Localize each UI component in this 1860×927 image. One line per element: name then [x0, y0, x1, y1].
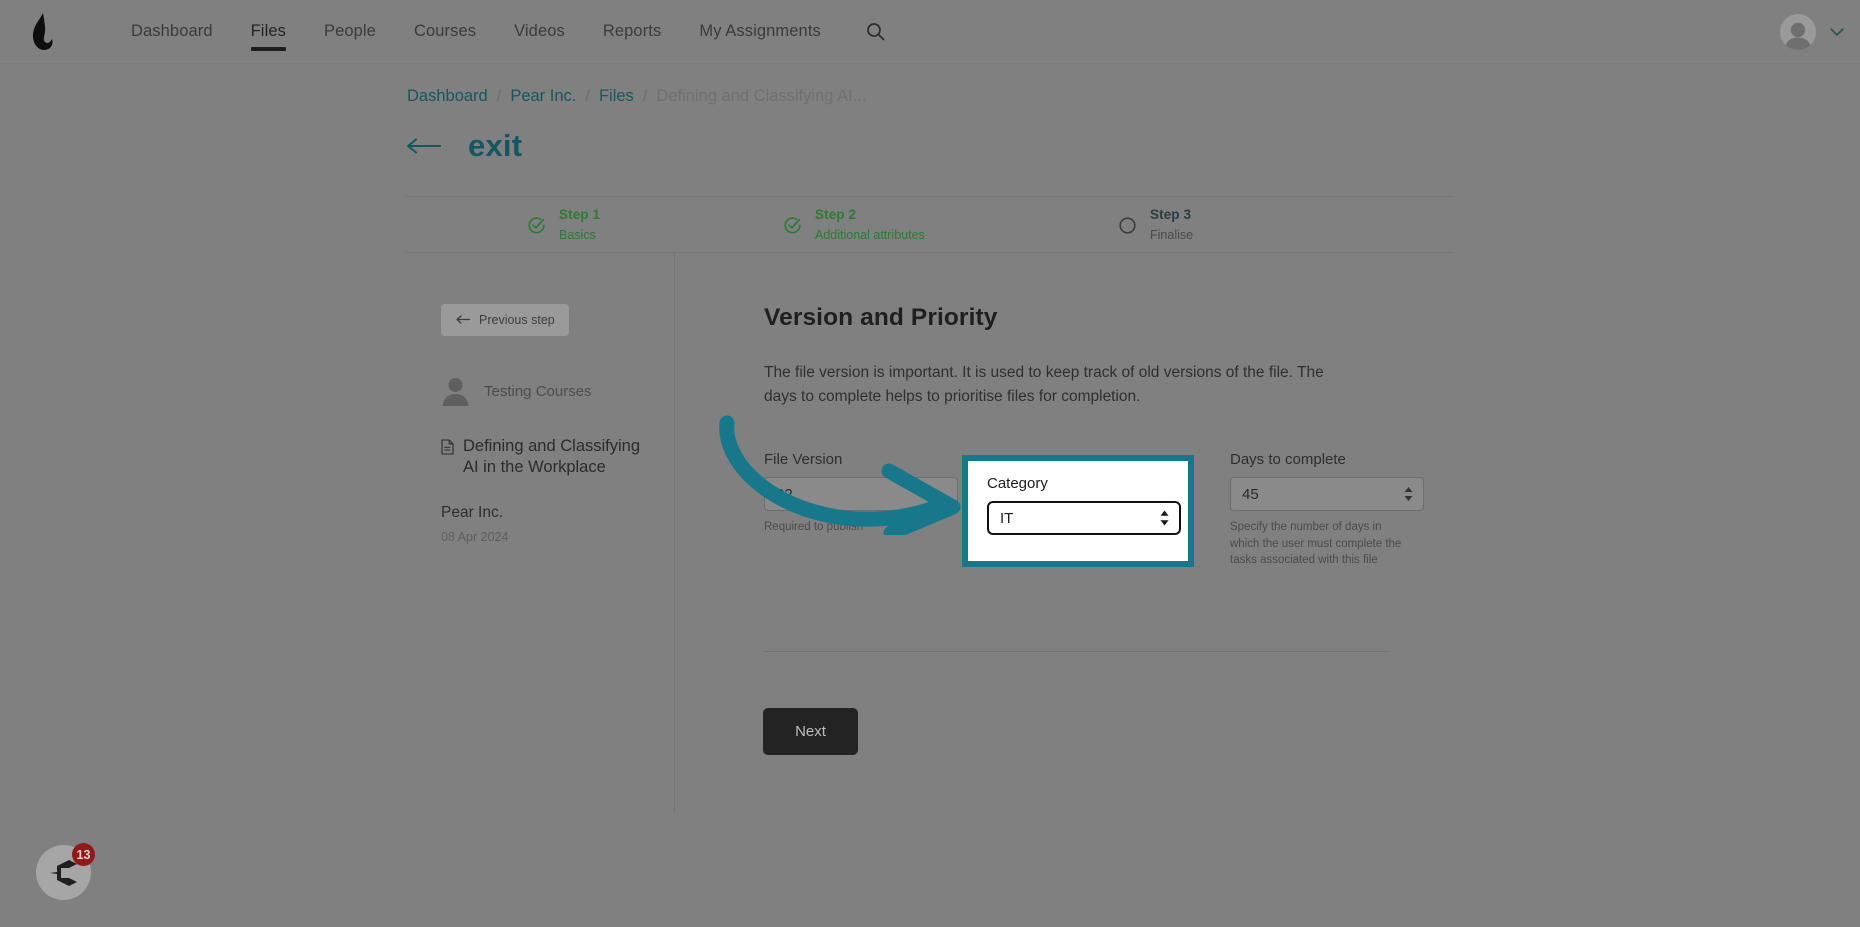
file-owner: Testing Courses	[441, 376, 674, 406]
days-to-complete-input[interactable]	[1230, 477, 1424, 512]
breadcrumb-separator: /	[642, 87, 648, 105]
days-to-complete-help: Specify the number of days in which the …	[1230, 521, 1402, 567]
top-navigation-bar: Dashboard Files People Courses Videos Re…	[0, 0, 1860, 64]
nav-label: Dashboard	[131, 22, 213, 40]
nav-right-group	[1780, 0, 1844, 64]
step-title: Step 3	[1150, 207, 1192, 223]
category-highlight-box: Category IT	[962, 455, 1194, 567]
chat-widget-button[interactable]: 13	[36, 843, 95, 900]
nav-label: My Assignments	[699, 22, 821, 40]
exit-link[interactable]: exit	[405, 128, 522, 164]
exit-label: exit	[468, 128, 523, 163]
nav-label: Videos	[514, 22, 565, 40]
nav-item-files[interactable]: Files	[232, 0, 305, 64]
arrow-left-icon	[405, 138, 442, 154]
step-subtitle: Additional attributes	[815, 228, 925, 242]
days-to-complete-field-group: Days to complete Specify the number of d…	[1230, 451, 1424, 569]
nav-item-videos[interactable]: Videos	[495, 0, 584, 64]
file-organisation: Pear Inc.	[441, 504, 504, 522]
breadcrumb-item-dashboard[interactable]: Dashboard	[407, 87, 488, 106]
breadcrumb-item-files[interactable]: Files	[599, 87, 634, 106]
nav-item-dashboard[interactable]: Dashboard	[112, 0, 232, 64]
nav-label: People	[323, 22, 376, 40]
app-logo-icon[interactable]	[14, 12, 72, 52]
breadcrumb-item-pear-inc[interactable]: Pear Inc.	[510, 87, 576, 106]
arrow-left-icon	[455, 313, 471, 327]
check-circle-icon	[783, 216, 802, 235]
breadcrumb-separator: /	[585, 87, 590, 105]
search-icon[interactable]	[854, 0, 898, 64]
next-button[interactable]: Next	[763, 708, 858, 755]
check-circle-icon	[527, 216, 546, 235]
file-title: Defining and Classifying AI in the Workp…	[463, 437, 641, 477]
breadcrumb: Dashboard / Pear Inc. / Files / Defining…	[407, 87, 866, 106]
category-select[interactable]: IT	[987, 501, 1181, 535]
file-summary: Defining and Classifying AI in the Workp…	[441, 436, 641, 478]
main-nav-items: Dashboard Files People Courses Videos Re…	[112, 0, 898, 64]
file-date: 08 Apr 2024	[441, 530, 509, 545]
days-to-complete-label: Days to complete	[1230, 451, 1346, 469]
step-title: Step 1	[559, 207, 601, 223]
file-owner-name: Testing Courses	[484, 382, 592, 400]
step-subtitle: Finalise	[1150, 228, 1194, 242]
step-title: Step 2	[815, 207, 857, 223]
version-field-group: File Version Required to publish	[764, 451, 978, 569]
nav-label: Files	[250, 22, 286, 40]
category-field-label: Category	[987, 475, 1048, 492]
user-avatar-icon	[441, 376, 470, 406]
previous-step-label: Previous step	[479, 313, 555, 327]
version-field-label: File Version	[764, 451, 843, 469]
section-divider	[764, 651, 1389, 652]
chat-unread-badge: 13	[72, 843, 95, 866]
wizard-sidebar: Previous step Testing Courses Defining a…	[405, 253, 675, 813]
nav-item-my-assignments[interactable]: My Assignments	[680, 0, 840, 64]
page-root: Dashboard Files People Courses Videos Re…	[0, 0, 1860, 927]
page-title: Version and Priority	[764, 304, 998, 331]
nav-item-people[interactable]: People	[305, 0, 395, 64]
step-1-basics[interactable]: Step 1 Basics	[405, 205, 728, 244]
version-input[interactable]	[764, 477, 958, 512]
empty-circle-icon	[1118, 216, 1137, 235]
step-subtitle: Basics	[559, 228, 596, 242]
form-description: The file version is important. It is use…	[764, 364, 1324, 406]
category-field-group: Category IT	[968, 461, 1188, 561]
chevron-down-icon[interactable]	[1830, 27, 1844, 37]
previous-step-button[interactable]: Previous step	[441, 304, 569, 336]
nav-item-reports[interactable]: Reports	[584, 0, 680, 64]
version-field-help: Required to publish	[764, 521, 864, 534]
user-avatar-icon[interactable]	[1780, 14, 1816, 50]
step-2-additional-attributes[interactable]: Step 2 Additional attributes	[728, 205, 1051, 244]
wizard-body: Previous step Testing Courses Defining a…	[405, 253, 1453, 813]
nav-item-courses[interactable]: Courses	[395, 0, 495, 64]
file-document-icon	[441, 439, 454, 460]
breadcrumb-item-current: Defining and Classifying AI...	[656, 87, 867, 105]
wizard-stepper: Step 1 Basics Step 2 Additional attribut…	[405, 196, 1453, 253]
nav-label: Reports	[602, 22, 662, 40]
step-3-finalise[interactable]: Step 3 Finalise	[1051, 205, 1374, 244]
nav-label: Courses	[413, 22, 477, 40]
breadcrumb-separator: /	[496, 87, 502, 105]
